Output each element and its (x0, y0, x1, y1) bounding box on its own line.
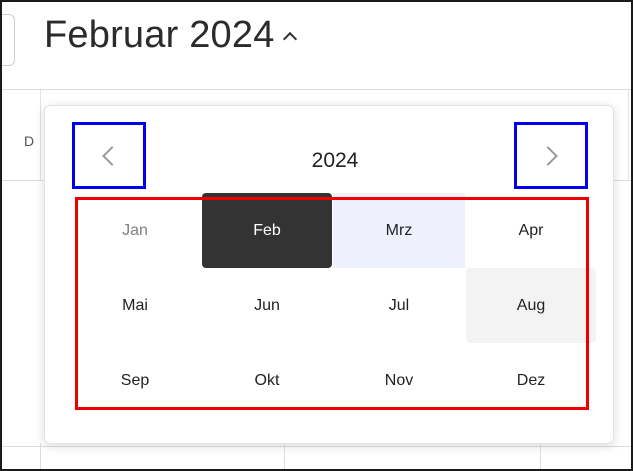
month-cell-sep[interactable]: Sep (69, 343, 201, 418)
chevron-right-icon (538, 145, 558, 166)
calendar-column-divider (284, 443, 285, 469)
calendar-column-divider (40, 443, 41, 469)
month-cell-dez[interactable]: Dez (465, 343, 597, 418)
month-cell-mrz[interactable]: Mrz (333, 193, 465, 268)
month-cell-jun[interactable]: Jun (201, 268, 333, 343)
month-grid: Jan Feb Mrz Apr Mai Jun Jul Aug Sep Okt Nov Dez (69, 193, 597, 418)
month-cell-nov[interactable]: Nov (333, 343, 465, 418)
page-title: Februar 2024 (44, 14, 275, 56)
calendar-column-divider (540, 443, 541, 469)
month-cell-jul[interactable]: Jul (333, 268, 465, 343)
picker-year[interactable]: 2024 (275, 149, 395, 173)
weekday-header: D (24, 133, 35, 149)
calendar-column-divider (628, 90, 629, 180)
month-cell-aug[interactable]: Aug (466, 268, 596, 343)
next-year-button[interactable] (514, 122, 588, 189)
month-year-toggle[interactable]: Februar 2024 (44, 14, 297, 56)
month-cell-apr[interactable]: Apr (465, 193, 597, 268)
month-cell-feb[interactable]: Feb (202, 193, 332, 268)
caret-up-icon (282, 31, 297, 47)
month-cell-okt[interactable]: Okt (201, 343, 333, 418)
calendar-column-divider (40, 90, 41, 180)
previous-year-button[interactable] (72, 122, 146, 189)
month-cell-mai[interactable]: Mai (69, 268, 201, 343)
chevron-left-icon (102, 145, 122, 166)
left-toolbar-button-edge[interactable] (2, 14, 15, 66)
calendar-top-border (2, 89, 631, 90)
month-cell-jan: Jan (122, 221, 148, 239)
month-picker-popup: 2024 Jan Feb Mrz Apr Mai Jun Jul Aug Sep Okt Nov De… (44, 105, 614, 444)
calendar-row-border (2, 446, 631, 447)
